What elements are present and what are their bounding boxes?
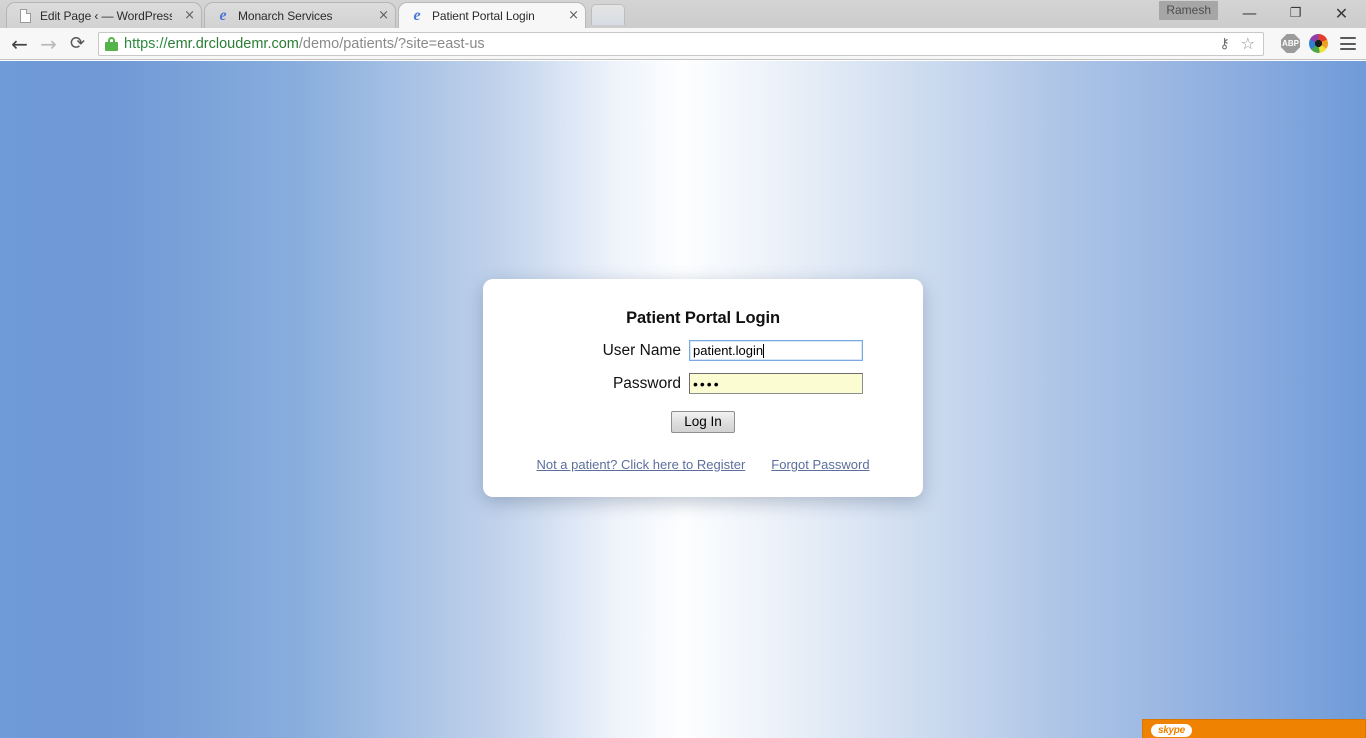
browser-window: Edit Page ‹ — WordPress × e Monarch Serv… <box>0 0 1366 738</box>
new-tab-button[interactable] <box>591 4 625 25</box>
tab-title: Patient Portal Login <box>432 8 535 23</box>
internet-explorer-e-icon: e <box>219 6 227 24</box>
browser-tab-wordpress[interactable]: Edit Page ‹ — WordPress × <box>6 2 202 28</box>
page-title: Patient Portal Login <box>626 309 780 327</box>
browser-tab-patient-portal-login[interactable]: e Patient Portal Login × <box>398 2 586 28</box>
tab-close-button[interactable]: × <box>172 8 195 23</box>
password-row: Password •••• <box>483 373 923 394</box>
window-close-button[interactable]: ✕ <box>1319 0 1364 26</box>
forward-arrow-icon[interactable]: → <box>34 29 63 59</box>
url-host: emr.drcloudemr.com <box>167 35 299 52</box>
skype-toast-header: skype <box>1143 720 1365 738</box>
back-arrow-icon[interactable]: ← <box>5 29 34 59</box>
chrome-profile-name[interactable]: Ramesh <box>1159 1 1218 20</box>
tab-close-button[interactable]: × <box>366 8 389 23</box>
tab-strip: Edit Page ‹ — WordPress × e Monarch Serv… <box>0 0 1366 28</box>
username-input-value: patient.login <box>693 343 764 358</box>
password-input[interactable]: •••• <box>689 373 863 394</box>
key-icon[interactable]: ⚷ <box>1217 36 1233 52</box>
url-scheme: https:// <box>124 35 168 52</box>
skype-notification-toast[interactable]: skype ✔ Hema B is online <box>1142 719 1366 738</box>
url-path: /demo/patients/?site=east-us <box>298 35 485 52</box>
browser-tab-monarch-services[interactable]: e Monarch Services × <box>204 2 396 28</box>
hamburger-menu-icon[interactable] <box>1340 37 1356 50</box>
lock-icon <box>105 36 118 51</box>
address-bar[interactable]: https://emr.drcloudemr.com/demo/patients… <box>98 31 1264 56</box>
page-viewport: Patient Portal Login User Name patient.l… <box>0 61 1366 738</box>
username-row: User Name patient.login <box>483 340 923 361</box>
document-icon <box>17 8 33 24</box>
login-button-row: Log In <box>483 411 923 433</box>
password-input-value: •••• <box>693 375 721 392</box>
login-button[interactable]: Log In <box>671 411 735 433</box>
internet-explorer-e-icon: e <box>413 6 421 24</box>
window-minimize-button[interactable]: — <box>1227 0 1272 26</box>
tab-title: Monarch Services <box>238 8 333 23</box>
bookmark-star-icon[interactable]: ☆ <box>1241 34 1255 53</box>
tab-close-button[interactable]: × <box>556 9 579 22</box>
register-link[interactable]: Not a patient? Click here to Register <box>536 457 745 472</box>
url-text: https://emr.drcloudemr.com/demo/patients… <box>124 36 485 52</box>
omnibox-icon-group: ⚷ ☆ <box>1209 34 1257 53</box>
reload-icon[interactable]: ⟳ <box>63 29 92 59</box>
tab-title: Edit Page ‹ — WordPress <box>40 8 173 23</box>
password-label: Password <box>612 374 681 392</box>
username-input[interactable]: patient.login <box>689 340 863 361</box>
adblock-plus-icon[interactable]: ABP <box>1281 34 1300 53</box>
login-links: Not a patient? Click here to Register Fo… <box>483 457 923 472</box>
browser-toolbar: ← → ⟳ https://emr.drcloudemr.com/demo/pa… <box>0 28 1366 60</box>
login-card: Patient Portal Login User Name patient.l… <box>483 279 923 497</box>
extension-toolbar: ABP <box>1264 34 1366 53</box>
color-wheel-icon[interactable] <box>1309 34 1328 53</box>
username-label: User Name <box>602 341 681 359</box>
forgot-password-link[interactable]: Forgot Password <box>771 457 869 472</box>
window-maximize-button[interactable]: ❐ <box>1273 0 1318 26</box>
text-caret <box>763 343 765 358</box>
skype-logo: skype <box>1151 723 1192 737</box>
